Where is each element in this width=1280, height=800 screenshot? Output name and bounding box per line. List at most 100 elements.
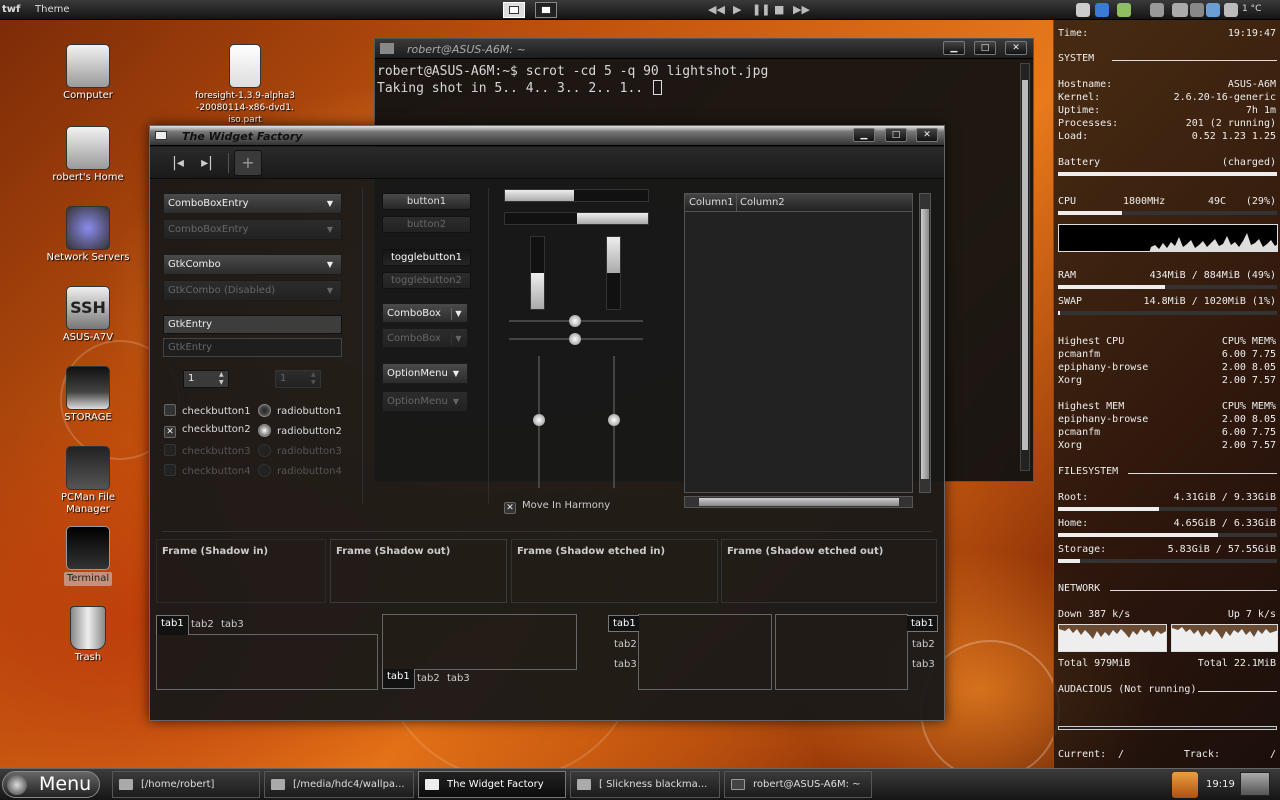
progress-bar-vertical-1 — [530, 236, 545, 310]
show-desktop-icon[interactable] — [1240, 772, 1270, 796]
desktop-icon-home[interactable]: robert's Home — [38, 126, 138, 184]
scale-vertical-2[interactable] — [608, 356, 620, 488]
terminal-scrollbar[interactable] — [1020, 63, 1030, 471]
search-icon[interactable] — [1190, 3, 1204, 17]
tab-3[interactable]: tab3 — [610, 657, 641, 672]
togglebutton-1[interactable]: togglebutton1 — [382, 249, 471, 266]
taskbar-item[interactable]: [ Slickness blackma... — [570, 771, 720, 798]
gtk-entry[interactable]: GtkEntry — [163, 315, 342, 334]
tab-1[interactable]: tab1 — [907, 615, 938, 632]
minimize-button[interactable]: ▁ — [853, 128, 875, 142]
tree-horizontal-scrollbar[interactable] — [684, 496, 913, 508]
tab-2[interactable]: tab2 — [610, 637, 641, 652]
close-button[interactable]: ✕ — [916, 128, 938, 142]
button-2: button2 — [382, 216, 471, 233]
scrollbar-thumb[interactable] — [1022, 80, 1028, 450]
tab-3[interactable]: tab3 — [217, 617, 248, 632]
option-menu-1[interactable]: OptionMenu ▼ — [382, 363, 468, 384]
taskbar-item-active[interactable]: The Widget Factory — [418, 771, 566, 798]
chevron-down-icon: ▼ — [326, 199, 334, 208]
desktop-icon-ssh[interactable]: SSH ASUS-A7V — [38, 286, 138, 344]
tray-icon[interactable] — [1095, 3, 1109, 17]
combo-box-entry[interactable]: ComboBoxEntry ▼ — [163, 193, 342, 214]
gtk-combo[interactable]: GtkCombo ▼ — [163, 254, 342, 275]
scale-knob[interactable] — [569, 315, 581, 327]
network-icon[interactable] — [1206, 3, 1220, 17]
desktop-icon-storage[interactable]: STORAGE — [38, 366, 138, 424]
system-monitor-panel: Time: 19:19:47 SYSTEM Hostname: ASUS-A6M K… — [1053, 20, 1280, 768]
chevron-down-icon: ▼ — [326, 225, 334, 234]
close-button[interactable]: ✕ — [1005, 41, 1027, 55]
move-in-harmony-check[interactable]: ✕ Move In Harmony — [504, 500, 610, 514]
scrollbar-thumb[interactable] — [921, 209, 929, 479]
scale-knob[interactable] — [533, 414, 545, 426]
minimize-button[interactable]: ▁ — [943, 41, 965, 55]
workspace-2[interactable] — [535, 2, 557, 18]
screen-icon[interactable] — [1172, 3, 1188, 17]
app-label[interactable]: twf — [2, 4, 20, 15]
terminal-titlebar[interactable]: robert@ASUS-A6M: ~ ▁ □ ✕ — [375, 39, 1033, 59]
taskbar-item[interactable]: [/home/robert] — [112, 771, 260, 798]
pause-icon[interactable]: ❚❚ — [752, 3, 770, 16]
desktop-icon-network[interactable]: Network Servers — [38, 206, 138, 264]
tab-3[interactable]: tab3 — [908, 657, 939, 672]
desktop-icon-file-manager[interactable]: PCMan File Manager — [38, 446, 138, 516]
taskbar-item[interactable]: robert@ASUS-A6M: ~ — [724, 771, 872, 798]
widget-factory-window: The Widget Factory ▁ □ ✕ |◂ ▸| + ComboBo… — [149, 125, 945, 721]
terminal-output[interactable]: robert@ASUS-A6M:~$ scrot -cd 5 -q 90 lig… — [375, 59, 1033, 101]
chevron-down-icon: ▼ — [326, 286, 334, 295]
radiobutton-2[interactable]: radiobutton2 — [258, 424, 342, 437]
tree-view[interactable]: Column1 Column2 — [684, 193, 913, 493]
tab-1[interactable]: tab1 — [608, 615, 639, 632]
desktop-icon-trash[interactable]: Trash — [38, 606, 138, 664]
next-icon[interactable]: ▶▶ — [793, 3, 810, 16]
stop-icon[interactable]: ■ — [774, 3, 784, 16]
column-header[interactable]: Column1 — [689, 197, 734, 208]
desktop-icon-terminal[interactable]: Terminal — [38, 526, 138, 586]
widget-factory-titlebar[interactable]: The Widget Factory ▁ □ ✕ — [150, 126, 944, 146]
frame-shadow-out: Frame (Shadow out) — [330, 539, 507, 603]
forward-icon[interactable]: ▸| — [193, 150, 221, 176]
button-1[interactable]: button1 — [382, 193, 471, 210]
checkbutton-1[interactable]: checkbutton1 — [164, 404, 251, 417]
previous-icon[interactable]: ◀◀ — [708, 3, 725, 16]
tab-3[interactable]: tab3 — [443, 671, 474, 686]
back-icon[interactable]: |◂ — [164, 150, 192, 176]
scrollbar-thumb[interactable] — [699, 498, 899, 506]
clock: 19:19 — [1206, 779, 1235, 790]
tab-2[interactable]: tab2 — [187, 617, 218, 632]
maximize-button[interactable]: □ — [885, 128, 907, 142]
scale-horizontal-1[interactable] — [509, 315, 643, 327]
radio-selected-icon — [258, 424, 271, 437]
workspace-1[interactable] — [503, 2, 525, 18]
maximize-button[interactable]: □ — [974, 41, 996, 55]
scale-vertical-1[interactable] — [533, 356, 545, 488]
tab-1[interactable]: tab1 — [382, 669, 415, 689]
add-icon[interactable]: + — [234, 150, 262, 176]
cursor-tray-icon[interactable] — [1172, 772, 1198, 798]
tab-2[interactable]: tab2 — [413, 671, 444, 686]
desktop-icon-computer[interactable]: Computer — [38, 44, 138, 102]
radiobutton-1[interactable]: radiobutton1 — [258, 404, 342, 417]
column-header[interactable]: Column2 — [740, 197, 785, 208]
spin-button[interactable]: 1 ▲ ▼ — [183, 370, 229, 388]
theme-menu[interactable]: Theme — [35, 4, 70, 15]
desktop-icon-file[interactable]: foresight-1.3.9-alpha3-20080114-x86-dvd1… — [195, 44, 295, 124]
window-icon — [425, 779, 439, 790]
menu-button[interactable]: Menu — [2, 771, 100, 798]
tray-icon[interactable] — [1150, 3, 1164, 17]
scale-horizontal-2[interactable] — [509, 333, 643, 345]
scale-knob[interactable] — [608, 414, 620, 426]
taskbar-item[interactable]: [/media/hdc4/wallpa... — [264, 771, 414, 798]
play-icon[interactable]: ▶ — [733, 3, 741, 16]
tab-2[interactable]: tab2 — [908, 637, 939, 652]
checkbutton-2[interactable]: ✕ checkbutton2 — [164, 424, 251, 438]
tray-icon[interactable] — [1076, 3, 1090, 17]
window-icon — [155, 131, 167, 140]
user-icon[interactable] — [1117, 3, 1131, 17]
scale-knob[interactable] — [569, 333, 581, 345]
tree-vertical-scrollbar[interactable] — [919, 193, 931, 493]
combobox-1[interactable]: ComboBox ▼ — [382, 303, 468, 323]
weather-icon[interactable] — [1224, 3, 1238, 17]
tab-1[interactable]: tab1 — [156, 615, 189, 635]
